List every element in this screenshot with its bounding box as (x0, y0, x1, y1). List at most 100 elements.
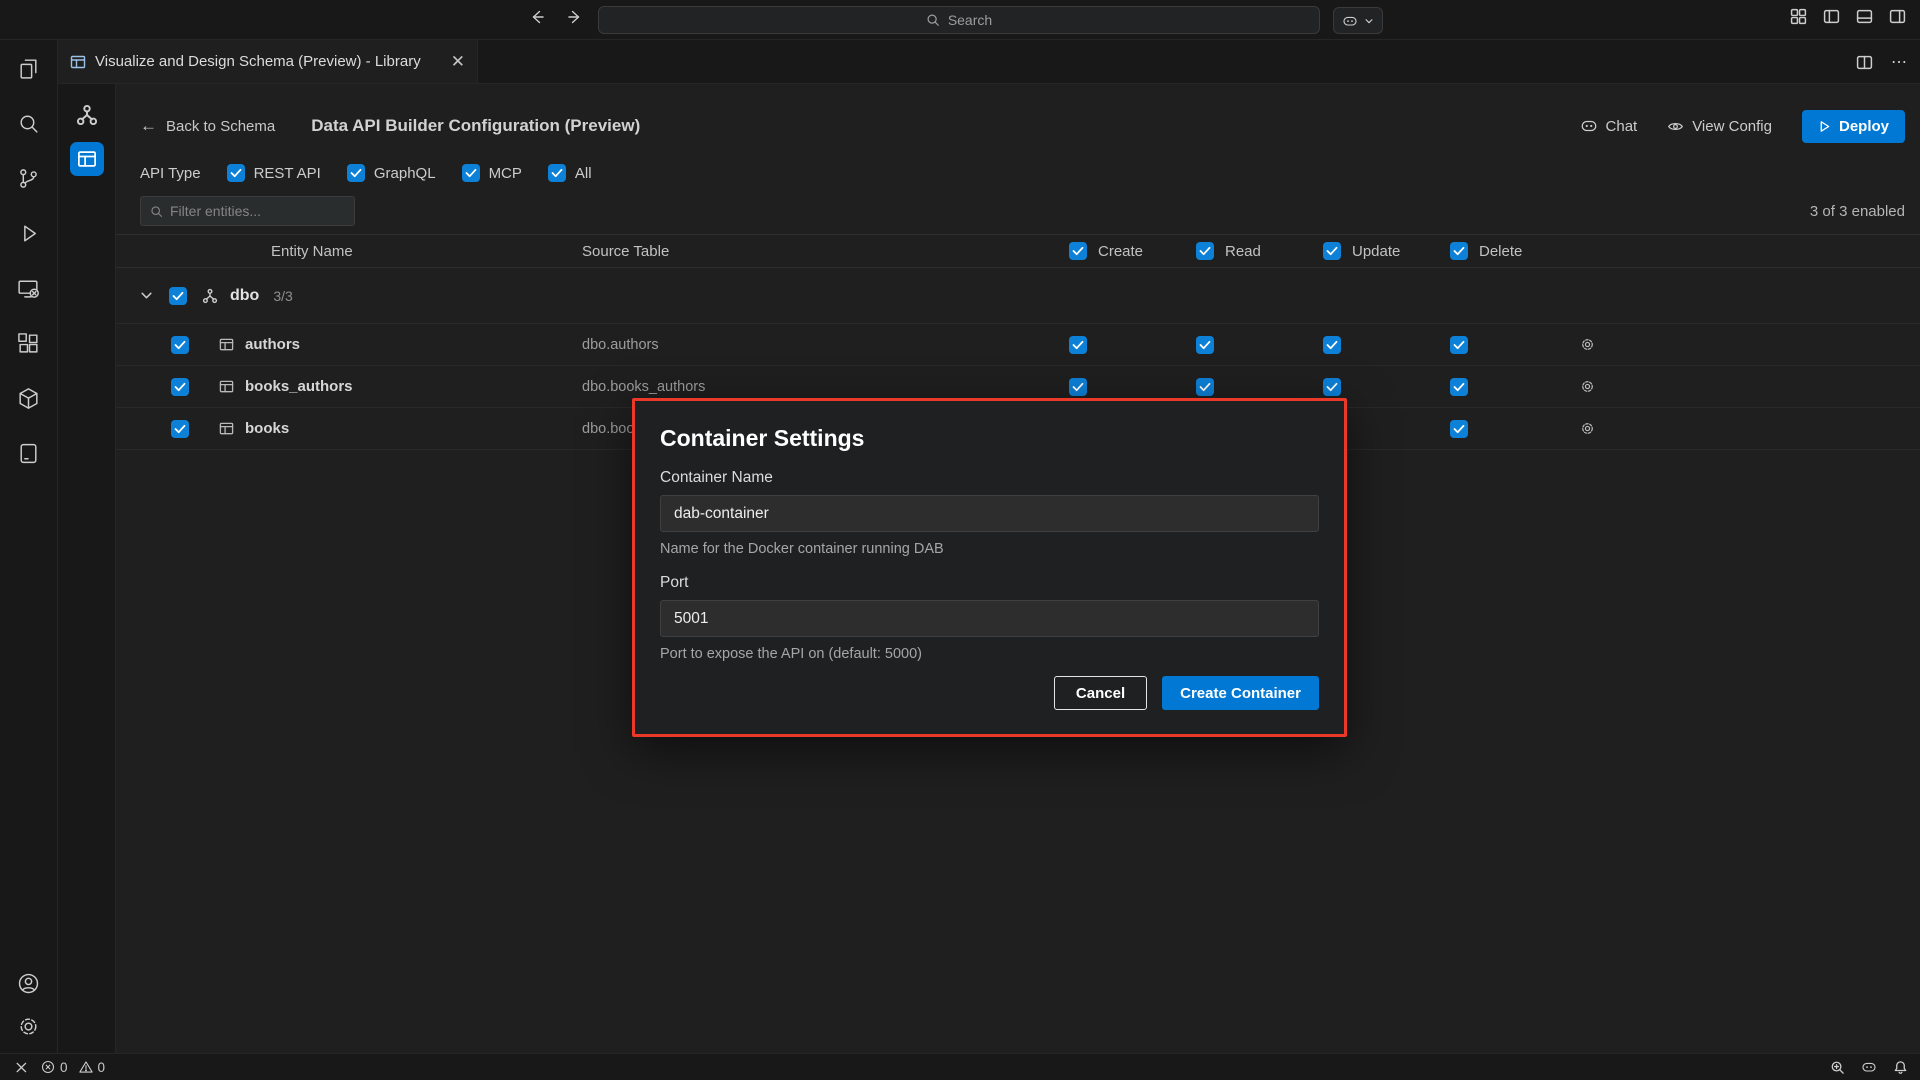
notifications-bell-icon[interactable] (1893, 1060, 1908, 1075)
tab-bar: Visualize and Design Schema (Preview) - … (58, 40, 1920, 84)
group-checkbox[interactable] (169, 287, 187, 305)
chat-button[interactable]: Chat (1580, 117, 1638, 135)
container-settings-dialog: Container Settings Container Name Name f… (632, 398, 1347, 737)
table-icon (219, 379, 234, 394)
create-container-button[interactable]: Create Container (1162, 676, 1319, 710)
table-icon (219, 337, 234, 352)
explorer-icon[interactable] (16, 56, 41, 81)
graphql-checkbox[interactable] (347, 164, 365, 182)
tab-close-icon[interactable]: ✕ (451, 53, 465, 70)
tab-visualize-schema[interactable]: Visualize and Design Schema (Preview) - … (58, 40, 478, 83)
read-label: Read (1225, 243, 1261, 260)
error-icon (41, 1060, 55, 1074)
database-projects-icon[interactable] (16, 386, 41, 411)
row-settings-gear-icon[interactable] (1579, 378, 1596, 395)
table-icon (219, 421, 234, 436)
update-checkbox[interactable] (1323, 378, 1341, 396)
toggle-panel-icon[interactable] (1856, 8, 1873, 25)
header-create: Create (1069, 242, 1196, 260)
row-checkbox[interactable] (171, 420, 189, 438)
problems-indicator[interactable]: 0 0 (41, 1060, 105, 1075)
create-all-checkbox[interactable] (1069, 242, 1087, 260)
read-checkbox[interactable] (1196, 378, 1214, 396)
api-type-option-mcp[interactable]: MCP (462, 164, 522, 182)
tab-actions: ⋯ (1856, 40, 1908, 84)
history-nav (528, 8, 584, 26)
command-center-search[interactable]: Search (598, 6, 1320, 34)
copilot-status-icon[interactable] (1861, 1059, 1877, 1075)
enabled-summary: 3 of 3 enabled (1810, 203, 1905, 220)
filter-entities-input[interactable] (170, 203, 345, 219)
update-checkbox[interactable] (1323, 336, 1341, 354)
schema-group-row[interactable]: dbo 3/3 (116, 268, 1920, 324)
api-type-row: API Type REST API GraphQL MCP (116, 158, 1920, 188)
create-checkbox[interactable] (1069, 378, 1087, 396)
extensions-icon[interactable] (16, 331, 41, 356)
connections-icon[interactable] (16, 441, 41, 466)
remote-explorer-icon[interactable] (16, 276, 41, 301)
delete-checkbox[interactable] (1450, 378, 1468, 396)
search-sidebar-icon[interactable] (16, 111, 41, 136)
entity-name: books (245, 420, 289, 437)
read-all-checkbox[interactable] (1196, 242, 1214, 260)
row-checkbox[interactable] (171, 378, 189, 396)
back-label: Back to Schema (166, 118, 275, 135)
cancel-button[interactable]: Cancel (1054, 676, 1147, 710)
split-editor-icon[interactable] (1856, 54, 1873, 71)
read-checkbox[interactable] (1196, 336, 1214, 354)
delete-label: Delete (1479, 243, 1522, 260)
chevron-down-icon (1364, 16, 1374, 26)
toggle-sidebar-left-icon[interactable] (1823, 8, 1840, 25)
search-icon (926, 13, 940, 27)
zoom-icon[interactable] (1830, 1060, 1845, 1075)
mcp-checkbox[interactable] (462, 164, 480, 182)
tab-label: Visualize and Design Schema (Preview) - … (95, 53, 421, 70)
all-checkbox[interactable] (548, 164, 566, 182)
play-icon (1818, 120, 1831, 133)
view-config-button[interactable]: View Config (1667, 118, 1772, 135)
delete-all-checkbox[interactable] (1450, 242, 1468, 260)
status-bar-right (1830, 1059, 1920, 1075)
forward-arrow-icon[interactable] (566, 8, 584, 26)
delete-checkbox[interactable] (1450, 336, 1468, 354)
filter-row: 3 of 3 enabled (116, 196, 1920, 226)
warning-count: 0 (98, 1060, 106, 1075)
group-count: 3/3 (273, 288, 292, 304)
row-checkbox[interactable] (171, 336, 189, 354)
api-type-option-graphql[interactable]: GraphQL (347, 164, 436, 182)
api-type-option-rest[interactable]: REST API (227, 164, 321, 182)
delete-checkbox[interactable] (1450, 420, 1468, 438)
port-help: Port to expose the API on (default: 5000… (660, 646, 1319, 662)
schema-icon (202, 288, 218, 304)
more-actions-icon[interactable]: ⋯ (1891, 52, 1908, 72)
create-checkbox[interactable] (1069, 336, 1087, 354)
chevron-down-icon[interactable] (140, 289, 153, 302)
update-all-checkbox[interactable] (1323, 242, 1341, 260)
header-delete: Delete (1450, 242, 1577, 260)
row-settings-gear-icon[interactable] (1579, 420, 1596, 437)
schema-diagram-icon[interactable] (70, 98, 104, 132)
account-icon[interactable] (16, 971, 41, 996)
run-debug-icon[interactable] (16, 221, 41, 246)
api-type-option-all[interactable]: All (548, 164, 592, 182)
customize-layout-icon[interactable] (1790, 8, 1807, 25)
layout-controls (1790, 8, 1906, 25)
settings-gear-icon[interactable] (16, 1014, 41, 1039)
deploy-button[interactable]: Deploy (1802, 110, 1905, 143)
back-to-schema-button[interactable]: ← Back to Schema (140, 116, 275, 136)
rest-api-checkbox[interactable] (227, 164, 245, 182)
status-bar-left: 0 0 (0, 1060, 105, 1075)
back-arrow-icon[interactable] (528, 8, 546, 26)
page-title: Data API Builder Configuration (Preview) (311, 116, 640, 136)
source-table: dbo.books_authors (582, 379, 1069, 395)
dab-config-icon[interactable] (70, 142, 104, 176)
update-label: Update (1352, 243, 1400, 260)
source-control-icon[interactable] (16, 166, 41, 191)
search-placeholder: Search (948, 12, 992, 28)
remote-indicator-icon[interactable] (12, 1060, 27, 1075)
container-name-input[interactable] (660, 495, 1319, 532)
copilot-menu-button[interactable] (1333, 7, 1383, 34)
port-input[interactable] (660, 600, 1319, 637)
row-settings-gear-icon[interactable] (1579, 336, 1596, 353)
toggle-sidebar-right-icon[interactable] (1889, 8, 1906, 25)
